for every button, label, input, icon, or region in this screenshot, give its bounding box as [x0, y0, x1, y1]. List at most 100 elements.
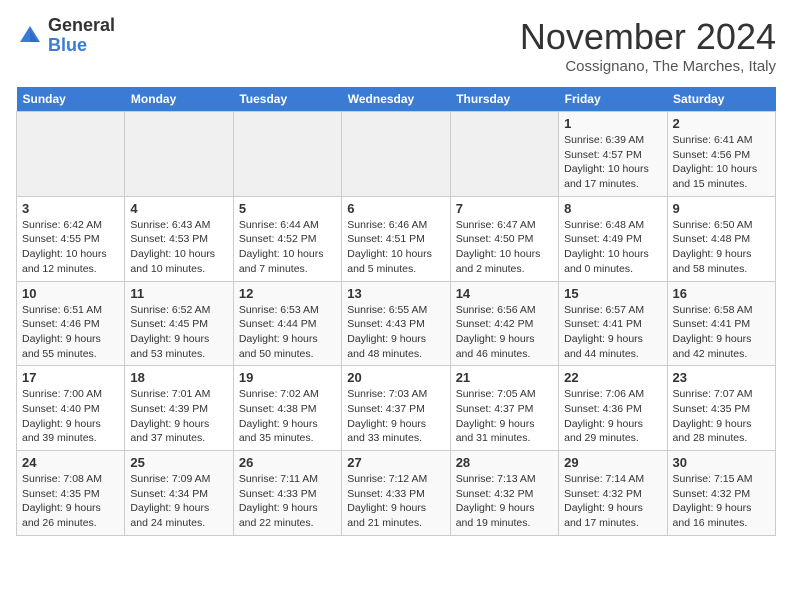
day-number: 14 [456, 286, 553, 301]
day-number: 25 [130, 455, 227, 470]
logo-general-text: General [48, 15, 115, 35]
logo-icon [16, 22, 44, 50]
day-info: Sunrise: 7:02 AMSunset: 4:38 PMDaylight:… [239, 387, 336, 446]
calendar-week-row: 3 Sunrise: 6:42 AMSunset: 4:55 PMDaylight… [17, 196, 776, 281]
calendar-day-cell: 30 Sunrise: 7:15 AMSunset: 4:32 PMDayligh… [667, 451, 775, 536]
day-number: 2 [673, 116, 770, 131]
day-number: 17 [22, 370, 119, 385]
day-number: 18 [130, 370, 227, 385]
weekday-header-cell: Saturday [667, 87, 775, 112]
day-number: 7 [456, 201, 553, 216]
day-info: Sunrise: 6:53 AMSunset: 4:44 PMDaylight:… [239, 303, 336, 362]
day-number: 11 [130, 286, 227, 301]
day-number: 8 [564, 201, 661, 216]
calendar-day-cell: 22Sunrise: 7:06 AMSunset: 4:36 PMDayligh… [559, 366, 667, 451]
calendar-day-cell [450, 112, 558, 197]
day-number: 27 [347, 455, 444, 470]
day-number: 5 [239, 201, 336, 216]
day-number: 28 [456, 455, 553, 470]
calendar-day-cell: 20Sunrise: 7:03 AMSunset: 4:37 PMDayligh… [342, 366, 450, 451]
calendar-day-cell: 26Sunrise: 7:11 AMSunset: 4:33 PMDayligh… [233, 451, 341, 536]
day-info: Sunrise: 7:09 AMSunset: 4:34 PMDaylight:… [130, 472, 227, 531]
weekday-header-cell: Tuesday [233, 87, 341, 112]
day-number: 13 [347, 286, 444, 301]
calendar-day-cell: 11Sunrise: 6:52 AMSunset: 4:45 PMDayligh… [125, 281, 233, 366]
calendar-day-cell: 7Sunrise: 6:47 AMSunset: 4:50 PMDaylight… [450, 196, 558, 281]
month-title: November 2024 [520, 16, 776, 58]
day-info: Sunrise: 7:08 AMSunset: 4:35 PMDaylight:… [22, 472, 119, 531]
day-info: Sunrise: 7:06 AMSunset: 4:36 PMDaylight:… [564, 387, 661, 446]
day-number: 19 [239, 370, 336, 385]
location-subtitle: Cossignano, The Marches, Italy [520, 58, 776, 75]
day-info: Sunrise: 6:58 AMSunset: 4:41 PMDaylight:… [673, 303, 770, 362]
calendar-day-cell: 21 Sunrise: 7:05 AMSunset: 4:37 PMDayligh… [450, 366, 558, 451]
calendar-week-row: 1Sunrise: 6:39 AMSunset: 4:57 PMDaylight… [17, 112, 776, 197]
day-number: 12 [239, 286, 336, 301]
calendar-day-cell: 27 Sunrise: 7:12 AMSunset: 4:33 PMDayligh… [342, 451, 450, 536]
day-info: Sunrise: 7:05 AMSunset: 4:37 PMDaylight:… [456, 387, 553, 446]
day-number: 30 [673, 455, 770, 470]
day-number: 26 [239, 455, 336, 470]
day-number: 3 [22, 201, 119, 216]
calendar-day-cell: 18Sunrise: 7:01 AMSunset: 4:39 PMDayligh… [125, 366, 233, 451]
calendar-day-cell: 14 Sunrise: 6:56 AMSunset: 4:42 PMDayligh… [450, 281, 558, 366]
calendar-day-cell [233, 112, 341, 197]
calendar-day-cell: 13 Sunrise: 6:55 AMSunset: 4:43 PMDayligh… [342, 281, 450, 366]
day-info: Sunrise: 6:51 AMSunset: 4:46 PMDaylight:… [22, 303, 119, 362]
day-info: Sunrise: 6:42 AMSunset: 4:55 PMDaylight:… [22, 218, 119, 277]
calendar-day-cell: 23 Sunrise: 7:07 AMSunset: 4:35 PMDayligh… [667, 366, 775, 451]
day-number: 20 [347, 370, 444, 385]
title-block: November 2024 Cossignano, The Marches, I… [520, 16, 776, 75]
day-info: Sunrise: 6:44 AMSunset: 4:52 PMDaylight:… [239, 218, 336, 277]
calendar-day-cell: 25 Sunrise: 7:09 AMSunset: 4:34 PMDayligh… [125, 451, 233, 536]
calendar-day-cell: 3 Sunrise: 6:42 AMSunset: 4:55 PMDaylight… [17, 196, 125, 281]
weekday-header-cell: Wednesday [342, 87, 450, 112]
day-number: 21 [456, 370, 553, 385]
calendar-day-cell: 10Sunrise: 6:51 AMSunset: 4:46 PMDayligh… [17, 281, 125, 366]
day-info: Sunrise: 6:50 AMSunset: 4:48 PMDaylight:… [673, 218, 770, 277]
day-number: 6 [347, 201, 444, 216]
day-number: 29 [564, 455, 661, 470]
day-info: Sunrise: 6:55 AMSunset: 4:43 PMDaylight:… [347, 303, 444, 362]
day-info: Sunrise: 7:15 AMSunset: 4:32 PMDaylight:… [673, 472, 770, 531]
weekday-header-cell: Friday [559, 87, 667, 112]
calendar-day-cell: 24 Sunrise: 7:08 AMSunset: 4:35 PMDayligh… [17, 451, 125, 536]
calendar-week-row: 10Sunrise: 6:51 AMSunset: 4:46 PMDayligh… [17, 281, 776, 366]
weekday-header-cell: Monday [125, 87, 233, 112]
logo-blue-text: Blue [48, 35, 87, 55]
day-number: 16 [673, 286, 770, 301]
calendar-day-cell: 4 Sunrise: 6:43 AMSunset: 4:53 PMDaylight… [125, 196, 233, 281]
day-info: Sunrise: 7:13 AMSunset: 4:32 PMDaylight:… [456, 472, 553, 531]
day-info: Sunrise: 6:57 AMSunset: 4:41 PMDaylight:… [564, 303, 661, 362]
calendar-day-cell: 17Sunrise: 7:00 AMSunset: 4:40 PMDayligh… [17, 366, 125, 451]
day-info: Sunrise: 6:41 AMSunset: 4:56 PMDaylight:… [673, 133, 770, 192]
weekday-header-row: SundayMondayTuesdayWednesdayThursdayFrid… [17, 87, 776, 112]
calendar-body: 1Sunrise: 6:39 AMSunset: 4:57 PMDaylight… [17, 112, 776, 536]
day-number: 23 [673, 370, 770, 385]
calendar-day-cell: 28 Sunrise: 7:13 AMSunset: 4:32 PMDayligh… [450, 451, 558, 536]
day-info: Sunrise: 6:43 AMSunset: 4:53 PMDaylight:… [130, 218, 227, 277]
calendar-day-cell: 8Sunrise: 6:48 AMSunset: 4:49 PMDaylight… [559, 196, 667, 281]
day-number: 9 [673, 201, 770, 216]
calendar-day-cell: 2 Sunrise: 6:41 AMSunset: 4:56 PMDaylight… [667, 112, 775, 197]
weekday-header-cell: Thursday [450, 87, 558, 112]
calendar-day-cell: 9 Sunrise: 6:50 AMSunset: 4:48 PMDaylight… [667, 196, 775, 281]
calendar-day-cell [342, 112, 450, 197]
logo: General Blue [16, 16, 115, 56]
calendar-week-row: 24 Sunrise: 7:08 AMSunset: 4:35 PMDayligh… [17, 451, 776, 536]
calendar-day-cell: 29 Sunrise: 7:14 AMSunset: 4:32 PMDayligh… [559, 451, 667, 536]
day-number: 4 [130, 201, 227, 216]
day-number: 1 [564, 116, 661, 131]
day-info: Sunrise: 7:12 AMSunset: 4:33 PMDaylight:… [347, 472, 444, 531]
page-header: General Blue November 2024 Cossignano, T… [16, 16, 776, 75]
calendar-day-cell: 6 Sunrise: 6:46 AMSunset: 4:51 PMDaylight… [342, 196, 450, 281]
day-number: 24 [22, 455, 119, 470]
weekday-header-cell: Sunday [17, 87, 125, 112]
day-info: Sunrise: 6:56 AMSunset: 4:42 PMDaylight:… [456, 303, 553, 362]
day-info: Sunrise: 6:46 AMSunset: 4:51 PMDaylight:… [347, 218, 444, 277]
calendar-week-row: 17Sunrise: 7:00 AMSunset: 4:40 PMDayligh… [17, 366, 776, 451]
day-number: 15 [564, 286, 661, 301]
day-info: Sunrise: 7:07 AMSunset: 4:35 PMDaylight:… [673, 387, 770, 446]
calendar-day-cell: 5 Sunrise: 6:44 AMSunset: 4:52 PMDaylight… [233, 196, 341, 281]
day-info: Sunrise: 7:14 AMSunset: 4:32 PMDaylight:… [564, 472, 661, 531]
